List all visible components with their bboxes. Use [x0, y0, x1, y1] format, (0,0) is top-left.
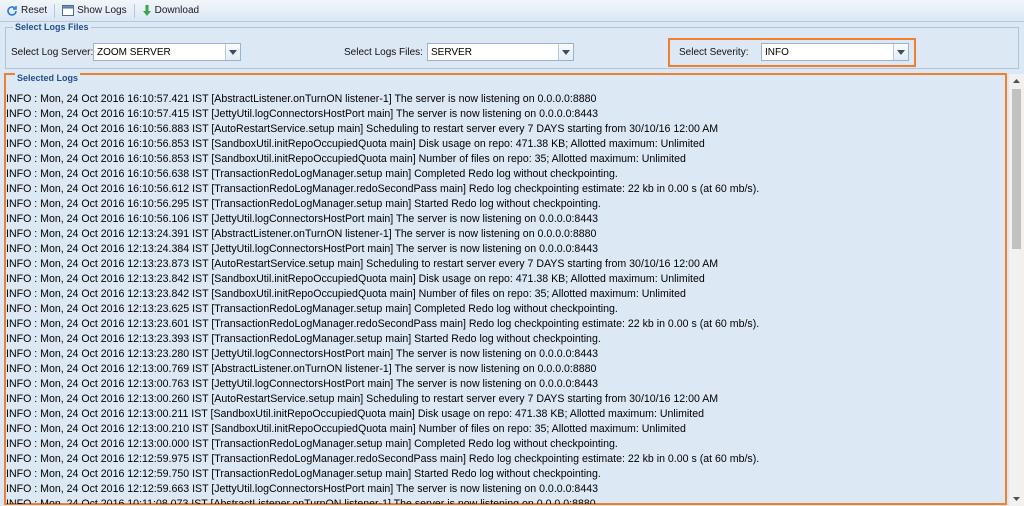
- log-line: INFO : Mon, 24 Oct 2016 12:13:00.769 IST…: [6, 363, 597, 375]
- log-line: INFO : Mon, 24 Oct 2016 12:13:23.873 IST…: [6, 258, 719, 270]
- download-arrow-icon: [142, 4, 151, 16]
- log-line: INFO : Mon, 24 Oct 2016 16:10:56.106 IST…: [6, 213, 598, 225]
- log-line: INFO : Mon, 24 Oct 2016 12:13:00.260 IST…: [6, 393, 719, 405]
- log-line: INFO : Mon, 24 Oct 2016 12:13:00.000 IST…: [6, 438, 618, 450]
- reset-button[interactable]: Reset: [2, 2, 51, 20]
- select-logs-files-legend: Select Logs Files: [13, 22, 91, 32]
- log-line: INFO : Mon, 24 Oct 2016 12:13:24.391 IST…: [6, 228, 597, 240]
- window-icon: [62, 5, 75, 16]
- scrollbar-thumb[interactable]: [1012, 89, 1021, 249]
- log-server-select[interactable]: ZOOM SERVER: [93, 43, 241, 61]
- download-button[interactable]: Download: [138, 2, 203, 20]
- log-line: INFO : Mon, 24 Oct 2016 16:10:57.421 IST…: [6, 93, 597, 105]
- log-line: INFO : Mon, 24 Oct 2016 16:10:56.612 IST…: [6, 183, 760, 195]
- scroll-up-icon[interactable]: [1009, 74, 1024, 88]
- logs-files-select[interactable]: SERVER: [427, 43, 574, 61]
- log-line: INFO : Mon, 24 Oct 2016 12:12:59.975 IST…: [6, 453, 760, 465]
- severity-select[interactable]: INFO: [761, 43, 909, 61]
- selected-logs-legend: Selected Logs: [15, 73, 81, 83]
- scroll-down-icon[interactable]: [1009, 492, 1024, 506]
- chevron-down-icon[interactable]: [225, 44, 240, 60]
- severity-label: Select Severity:: [679, 47, 749, 58]
- show-logs-label: Show Logs: [77, 5, 127, 16]
- log-line: INFO : Mon, 24 Oct 2016 16:10:56.853 IST…: [6, 153, 686, 165]
- log-line: INFO : Mon, 24 Oct 2016 12:13:23.601 IST…: [6, 318, 760, 330]
- toolbar-separator: [133, 3, 135, 18]
- download-label: Download: [154, 5, 200, 16]
- chevron-down-icon[interactable]: [893, 44, 908, 60]
- refresh-icon: [7, 5, 17, 16]
- log-line: INFO : Mon, 24 Oct 2016 12:13:23.625 IST…: [6, 303, 618, 315]
- log-line: INFO : Mon, 24 Oct 2016 16:10:56.638 IST…: [6, 168, 618, 180]
- log-line: INFO : Mon, 24 Oct 2016 16:10:56.853 IST…: [6, 138, 705, 150]
- toolbar-separator: [54, 3, 56, 18]
- log-scrollbar[interactable]: [1009, 74, 1024, 506]
- log-line: INFO : Mon, 24 Oct 2016 12:13:23.280 IST…: [6, 348, 598, 360]
- logs-files-label: Select Logs Files:: [344, 47, 423, 58]
- show-logs-button[interactable]: Show Logs: [58, 2, 130, 20]
- log-server-value: ZOOM SERVER: [97, 47, 171, 58]
- log-line: INFO : Mon, 24 Oct 2016 10:11:08.073 IST…: [6, 498, 596, 504]
- log-line: INFO : Mon, 24 Oct 2016 12:13:24.384 IST…: [6, 243, 598, 255]
- severity-value: INFO: [765, 47, 789, 58]
- chevron-down-icon[interactable]: [558, 44, 573, 60]
- logs-files-value: SERVER: [431, 47, 472, 58]
- log-server-label: Select Log Server:: [11, 47, 94, 58]
- log-line: INFO : Mon, 24 Oct 2016 12:13:23.842 IST…: [6, 273, 705, 285]
- log-line: INFO : Mon, 24 Oct 2016 16:10:56.883 IST…: [6, 123, 719, 135]
- toolbar: Reset Show Logs Download: [0, 0, 1024, 22]
- reset-label: Reset: [21, 5, 48, 16]
- log-line: INFO : Mon, 24 Oct 2016 12:13:00.763 IST…: [6, 378, 598, 390]
- log-list[interactable]: INFO : Mon, 24 Oct 2016 16:10:57.421 IST…: [6, 92, 1004, 504]
- log-line: INFO : Mon, 24 Oct 2016 16:10:56.295 IST…: [6, 198, 601, 210]
- log-line: INFO : Mon, 24 Oct 2016 12:12:59.663 IST…: [6, 483, 598, 495]
- log-line: INFO : Mon, 24 Oct 2016 16:10:57.415 IST…: [6, 108, 598, 120]
- log-line: INFO : Mon, 24 Oct 2016 12:12:59.750 IST…: [6, 468, 601, 480]
- log-line: INFO : Mon, 24 Oct 2016 12:13:00.211 IST…: [6, 408, 704, 420]
- log-line: INFO : Mon, 24 Oct 2016 12:13:23.393 IST…: [6, 333, 601, 345]
- log-line: INFO : Mon, 24 Oct 2016 12:13:00.210 IST…: [6, 423, 686, 435]
- log-line: INFO : Mon, 24 Oct 2016 12:13:23.842 IST…: [6, 288, 686, 300]
